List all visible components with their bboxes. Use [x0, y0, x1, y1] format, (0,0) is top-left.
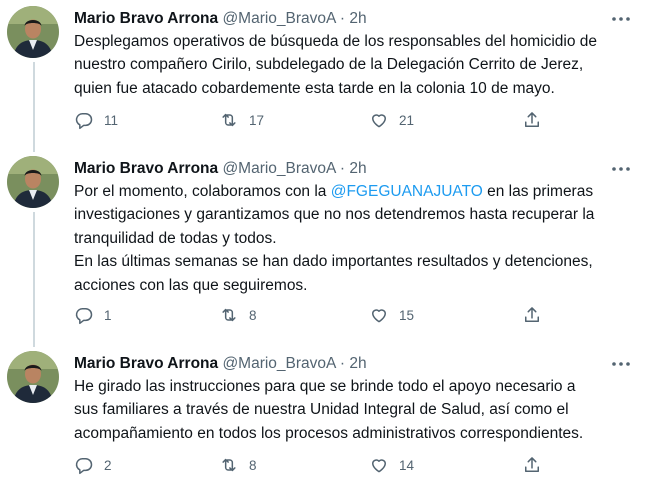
tweet-actions: 1 8 15 — [74, 304, 544, 326]
tweet-header: Mario Bravo Arrona @Mario_BravoA · 2h — [74, 158, 367, 180]
tweet-header: Mario Bravo Arrona @Mario_BravoA · 2h — [74, 8, 367, 30]
tweet[interactable]: Mario Bravo Arrona @Mario_BravoA · 2h Po… — [0, 156, 645, 338]
reply-bubble-icon — [75, 458, 93, 475]
like-button[interactable]: 14 — [369, 454, 414, 476]
author-handle[interactable]: @Mario_BravoA — [222, 10, 335, 27]
avatar[interactable] — [7, 351, 59, 403]
author-handle[interactable]: @Mario_BravoA — [222, 160, 335, 177]
avatar[interactable] — [7, 156, 59, 208]
author-name[interactable]: Mario Bravo Arrona — [74, 10, 218, 27]
mention-link[interactable]: @FGEGUANAJUATO — [331, 183, 483, 200]
reply-count: 1 — [104, 307, 112, 323]
more-options-button[interactable] — [609, 10, 633, 28]
retweet-button[interactable]: 8 — [219, 304, 257, 326]
author-name[interactable]: Mario Bravo Arrona — [74, 355, 218, 372]
share-upload-icon — [525, 307, 539, 322]
tweet-actions: 11 17 21 — [74, 109, 544, 131]
avatar-photo — [7, 351, 59, 403]
avatar[interactable] — [7, 6, 59, 58]
reply-bubble-icon — [75, 308, 93, 325]
reply-button[interactable]: 2 — [74, 454, 112, 476]
heart-icon — [372, 459, 386, 473]
reply-count: 2 — [104, 457, 112, 473]
separator-dot: · — [339, 160, 346, 177]
retweet-button[interactable]: 8 — [219, 454, 257, 476]
more-horizontal-icon — [612, 362, 630, 366]
share-upload-icon — [525, 457, 539, 472]
retweet-icon — [222, 113, 236, 127]
reply-count: 11 — [104, 112, 119, 128]
avatar-photo — [7, 156, 59, 208]
tweet-actions: 2 8 14 — [74, 454, 544, 476]
author-name[interactable]: Mario Bravo Arrona — [74, 160, 218, 177]
more-options-button[interactable] — [609, 355, 633, 373]
tweet-header: Mario Bravo Arrona @Mario_BravoA · 2h — [74, 353, 367, 375]
tweet-timestamp[interactable]: 2h — [349, 355, 366, 372]
author-handle[interactable]: @Mario_BravoA — [222, 355, 335, 372]
heart-icon — [372, 309, 386, 323]
separator-dot: · — [339, 355, 346, 372]
tweet-text-part: Por el momento, colaboramos con la — [74, 183, 331, 200]
retweet-icon — [222, 308, 236, 322]
more-options-button[interactable] — [609, 160, 633, 178]
reply-button[interactable]: 11 — [74, 109, 118, 131]
more-horizontal-icon — [612, 167, 630, 171]
like-count: 15 — [399, 307, 415, 323]
share-button[interactable] — [522, 109, 542, 131]
reply-bubble-icon — [75, 113, 93, 130]
share-upload-icon — [525, 112, 539, 127]
retweet-icon — [222, 458, 236, 472]
retweet-count: 8 — [249, 307, 257, 323]
like-button[interactable]: 15 — [369, 304, 414, 326]
tweet-text: Desplegamos operativos de búsqueda de lo… — [74, 33, 598, 97]
tweet-text: He girado las instrucciones para que se … — [74, 378, 584, 442]
tweet-text: Por el momento, colaboramos con la @FGEG… — [74, 180, 634, 297]
retweet-count: 17 — [249, 112, 265, 128]
heart-icon — [372, 114, 386, 128]
share-button[interactable] — [522, 304, 542, 326]
separator-dot: · — [339, 10, 346, 27]
more-horizontal-icon — [612, 17, 630, 21]
retweet-count: 8 — [249, 457, 257, 473]
share-button[interactable] — [522, 454, 542, 476]
like-count: 14 — [399, 457, 415, 473]
tweet[interactable]: Mario Bravo Arrona @Mario_BravoA · 2h De… — [0, 6, 645, 138]
retweet-button[interactable]: 17 — [219, 109, 264, 131]
avatar-photo — [7, 6, 59, 58]
like-button[interactable]: 21 — [369, 109, 414, 131]
tweet-timestamp[interactable]: 2h — [349, 160, 366, 177]
tweet[interactable]: Mario Bravo Arrona @Mario_BravoA · 2h He… — [0, 351, 645, 481]
tweet-timestamp[interactable]: 2h — [349, 10, 366, 27]
like-count: 21 — [399, 112, 415, 128]
reply-button[interactable]: 1 — [74, 304, 112, 326]
